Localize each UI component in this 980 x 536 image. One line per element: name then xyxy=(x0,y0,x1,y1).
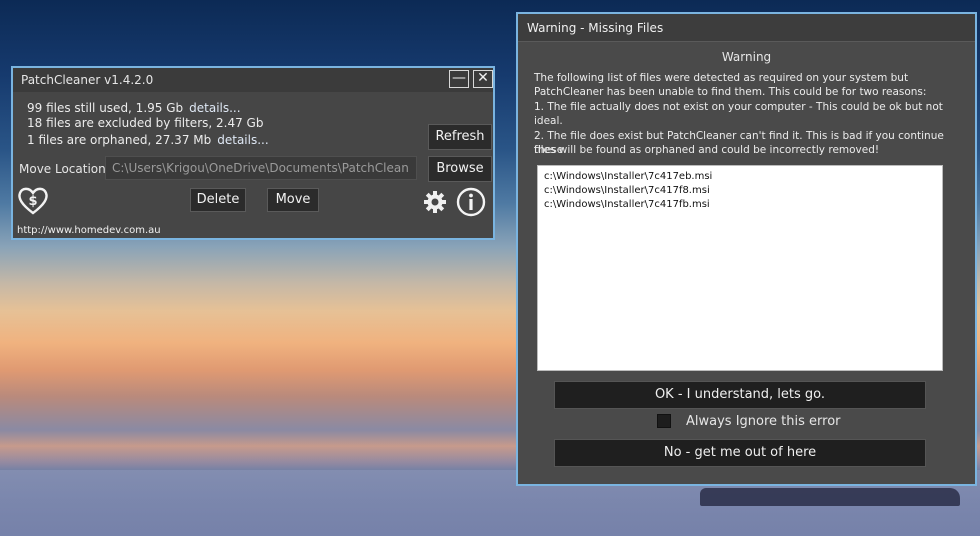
minimize-icon: — xyxy=(452,70,466,86)
stat-still-used-text: 99 files still used, 1.95 Gb xyxy=(27,101,184,115)
warning-heading: Warning xyxy=(721,50,772,64)
patchcleaner-titlebar[interactable]: PatchCleaner v1.4.2.0 — ✕ xyxy=(13,68,493,92)
ok-understand-button[interactable]: OK - I understand, lets go. xyxy=(554,381,926,409)
delete-button[interactable]: Delete xyxy=(190,188,246,212)
list-item[interactable]: c:\Windows\Installer\7c417f8.msi xyxy=(544,185,710,196)
move-location-input[interactable]: C:\Users\Krigou\OneDrive\Documents\Patch… xyxy=(105,156,417,180)
missing-files-list[interactable]: c:\Windows\Installer\7c417eb.msi c:\Wind… xyxy=(537,165,943,371)
warning-message-line: The following list of files were detecte… xyxy=(534,72,909,84)
warning-message-line: 1. The file actually does not exist on y… xyxy=(534,101,943,113)
stat-orphaned-text: 1 files are orphaned, 27.37 Mb xyxy=(27,133,212,147)
minimize-button[interactable]: — xyxy=(449,70,469,88)
stat-still-used: 99 files still used, 1.95 Gb details... xyxy=(27,101,241,115)
warning-message-line: files will be found as orphaned and coul… xyxy=(534,144,880,156)
browse-button[interactable]: Browse xyxy=(428,156,492,182)
move-button[interactable]: Move xyxy=(267,188,319,212)
close-icon: ✕ xyxy=(477,70,489,86)
warning-message-line: ideal. xyxy=(534,115,563,127)
refresh-button[interactable]: Refresh xyxy=(428,124,492,150)
list-item[interactable]: c:\Windows\Installer\7c417fb.msi xyxy=(544,199,710,210)
still-used-details-link[interactable]: details... xyxy=(189,101,240,115)
dialog-title: Warning - Missing Files xyxy=(527,21,664,35)
close-button[interactable]: ✕ xyxy=(473,70,493,88)
stat-excluded: 18 files are excluded by filters, 2.47 G… xyxy=(27,116,263,130)
list-item[interactable]: c:\Windows\Installer\7c417eb.msi xyxy=(544,171,712,182)
stat-excluded-text: 18 files are excluded by filters, 2.47 G… xyxy=(27,116,264,130)
missing-files-dialog: Warning - Missing Files Warning The foll… xyxy=(516,12,977,486)
gear-icon[interactable] xyxy=(423,190,447,214)
patchcleaner-window: PatchCleaner v1.4.2.0 — ✕ 99 files still… xyxy=(11,66,495,240)
stat-orphaned: 1 files are orphaned, 27.37 Mb details... xyxy=(27,133,269,147)
move-location-label: Move Location xyxy=(19,162,106,176)
no-get-out-button[interactable]: No - get me out of here xyxy=(554,439,926,467)
orphaned-details-link[interactable]: details... xyxy=(217,133,268,147)
dialog-titlebar[interactable]: Warning - Missing Files xyxy=(518,14,975,42)
svg-text:$: $ xyxy=(28,194,37,209)
window-title: PatchCleaner v1.4.2.0 xyxy=(21,73,154,87)
donate-heart-icon[interactable]: $ xyxy=(17,186,49,216)
info-icon[interactable] xyxy=(456,187,486,217)
warning-message-line: PatchCleaner has been unable to find the… xyxy=(534,86,927,98)
homepage-link[interactable]: http://www.homedev.com.au xyxy=(17,225,161,236)
desktop-treeline xyxy=(700,488,960,506)
always-ignore-checkbox[interactable] xyxy=(657,414,671,428)
always-ignore-label[interactable]: Always Ignore this error xyxy=(686,414,841,429)
